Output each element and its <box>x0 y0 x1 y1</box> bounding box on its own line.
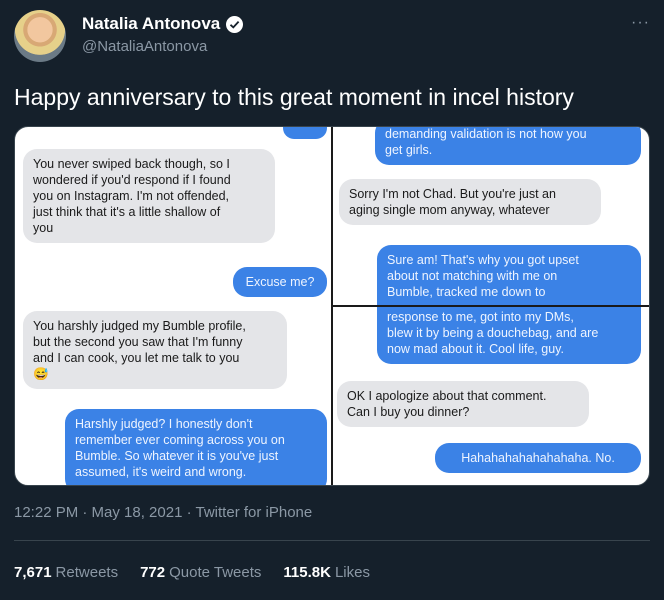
sent-message: Hahahahahahahahaha. No. <box>435 443 641 473</box>
received-message: You harshly judged my Bumble profile, bu… <box>23 311 287 389</box>
meta-separator: · <box>186 504 196 521</box>
tweet-media-image[interactable]: You never swiped back though, so I wonde… <box>14 126 650 486</box>
received-message: You never swiped back though, so I wonde… <box>23 149 275 243</box>
divider <box>14 540 650 541</box>
sent-message: Sure am! That's why you got upset about … <box>377 245 641 305</box>
quote-tweets-count: 772 <box>140 564 166 581</box>
author-handle[interactable]: @NataliaAntonova <box>82 38 207 55</box>
sent-bubble-partial <box>283 127 327 139</box>
tweet-source[interactable]: Twitter for iPhone <box>196 504 313 521</box>
retweets-stat[interactable]: 7,671 Retweets <box>14 564 118 581</box>
tweet-timestamp[interactable]: 12:22 PM · May 18, 2021 <box>14 504 182 521</box>
author-name-row: Natalia Antonova <box>82 14 244 34</box>
sent-message: demanding validation is not how you get … <box>375 127 641 165</box>
received-message: Sorry I'm not Chad. But you're just an a… <box>339 179 601 225</box>
likes-stat[interactable]: 115.8K Likes <box>283 564 370 581</box>
retweets-count: 7,671 <box>14 564 52 581</box>
likes-count: 115.8K <box>283 564 331 581</box>
verified-badge-icon <box>226 15 244 33</box>
retweets-label: Retweets <box>55 564 119 581</box>
quote-tweets-label: Quote Tweets <box>169 564 262 581</box>
received-message: OK I apologize about that comment. Can I… <box>337 381 589 427</box>
tweet-stats: 7,671 Retweets 772 Quote Tweets 115.8K Like… <box>14 564 370 581</box>
tweet-text: Happy anniversary to this great moment i… <box>14 84 574 110</box>
tweet-meta: 12:22 PM · May 18, 2021 · Twitter for iP… <box>14 504 312 521</box>
more-options-icon[interactable]: ··· <box>631 14 650 32</box>
likes-label: Likes <box>334 564 370 581</box>
tweet-header: Natalia Antonova @NataliaAntonova ··· <box>14 10 650 70</box>
sent-message: Harshly judged? I honestly don't remembe… <box>65 409 327 485</box>
author-display-name[interactable]: Natalia Antonova <box>82 14 220 34</box>
sent-message: response to me, got into my DMs, blew it… <box>377 307 641 364</box>
quote-tweets-stat[interactable]: 772 Quote Tweets <box>140 564 261 581</box>
avatar[interactable] <box>14 10 66 62</box>
sent-message: Excuse me? <box>233 267 327 297</box>
